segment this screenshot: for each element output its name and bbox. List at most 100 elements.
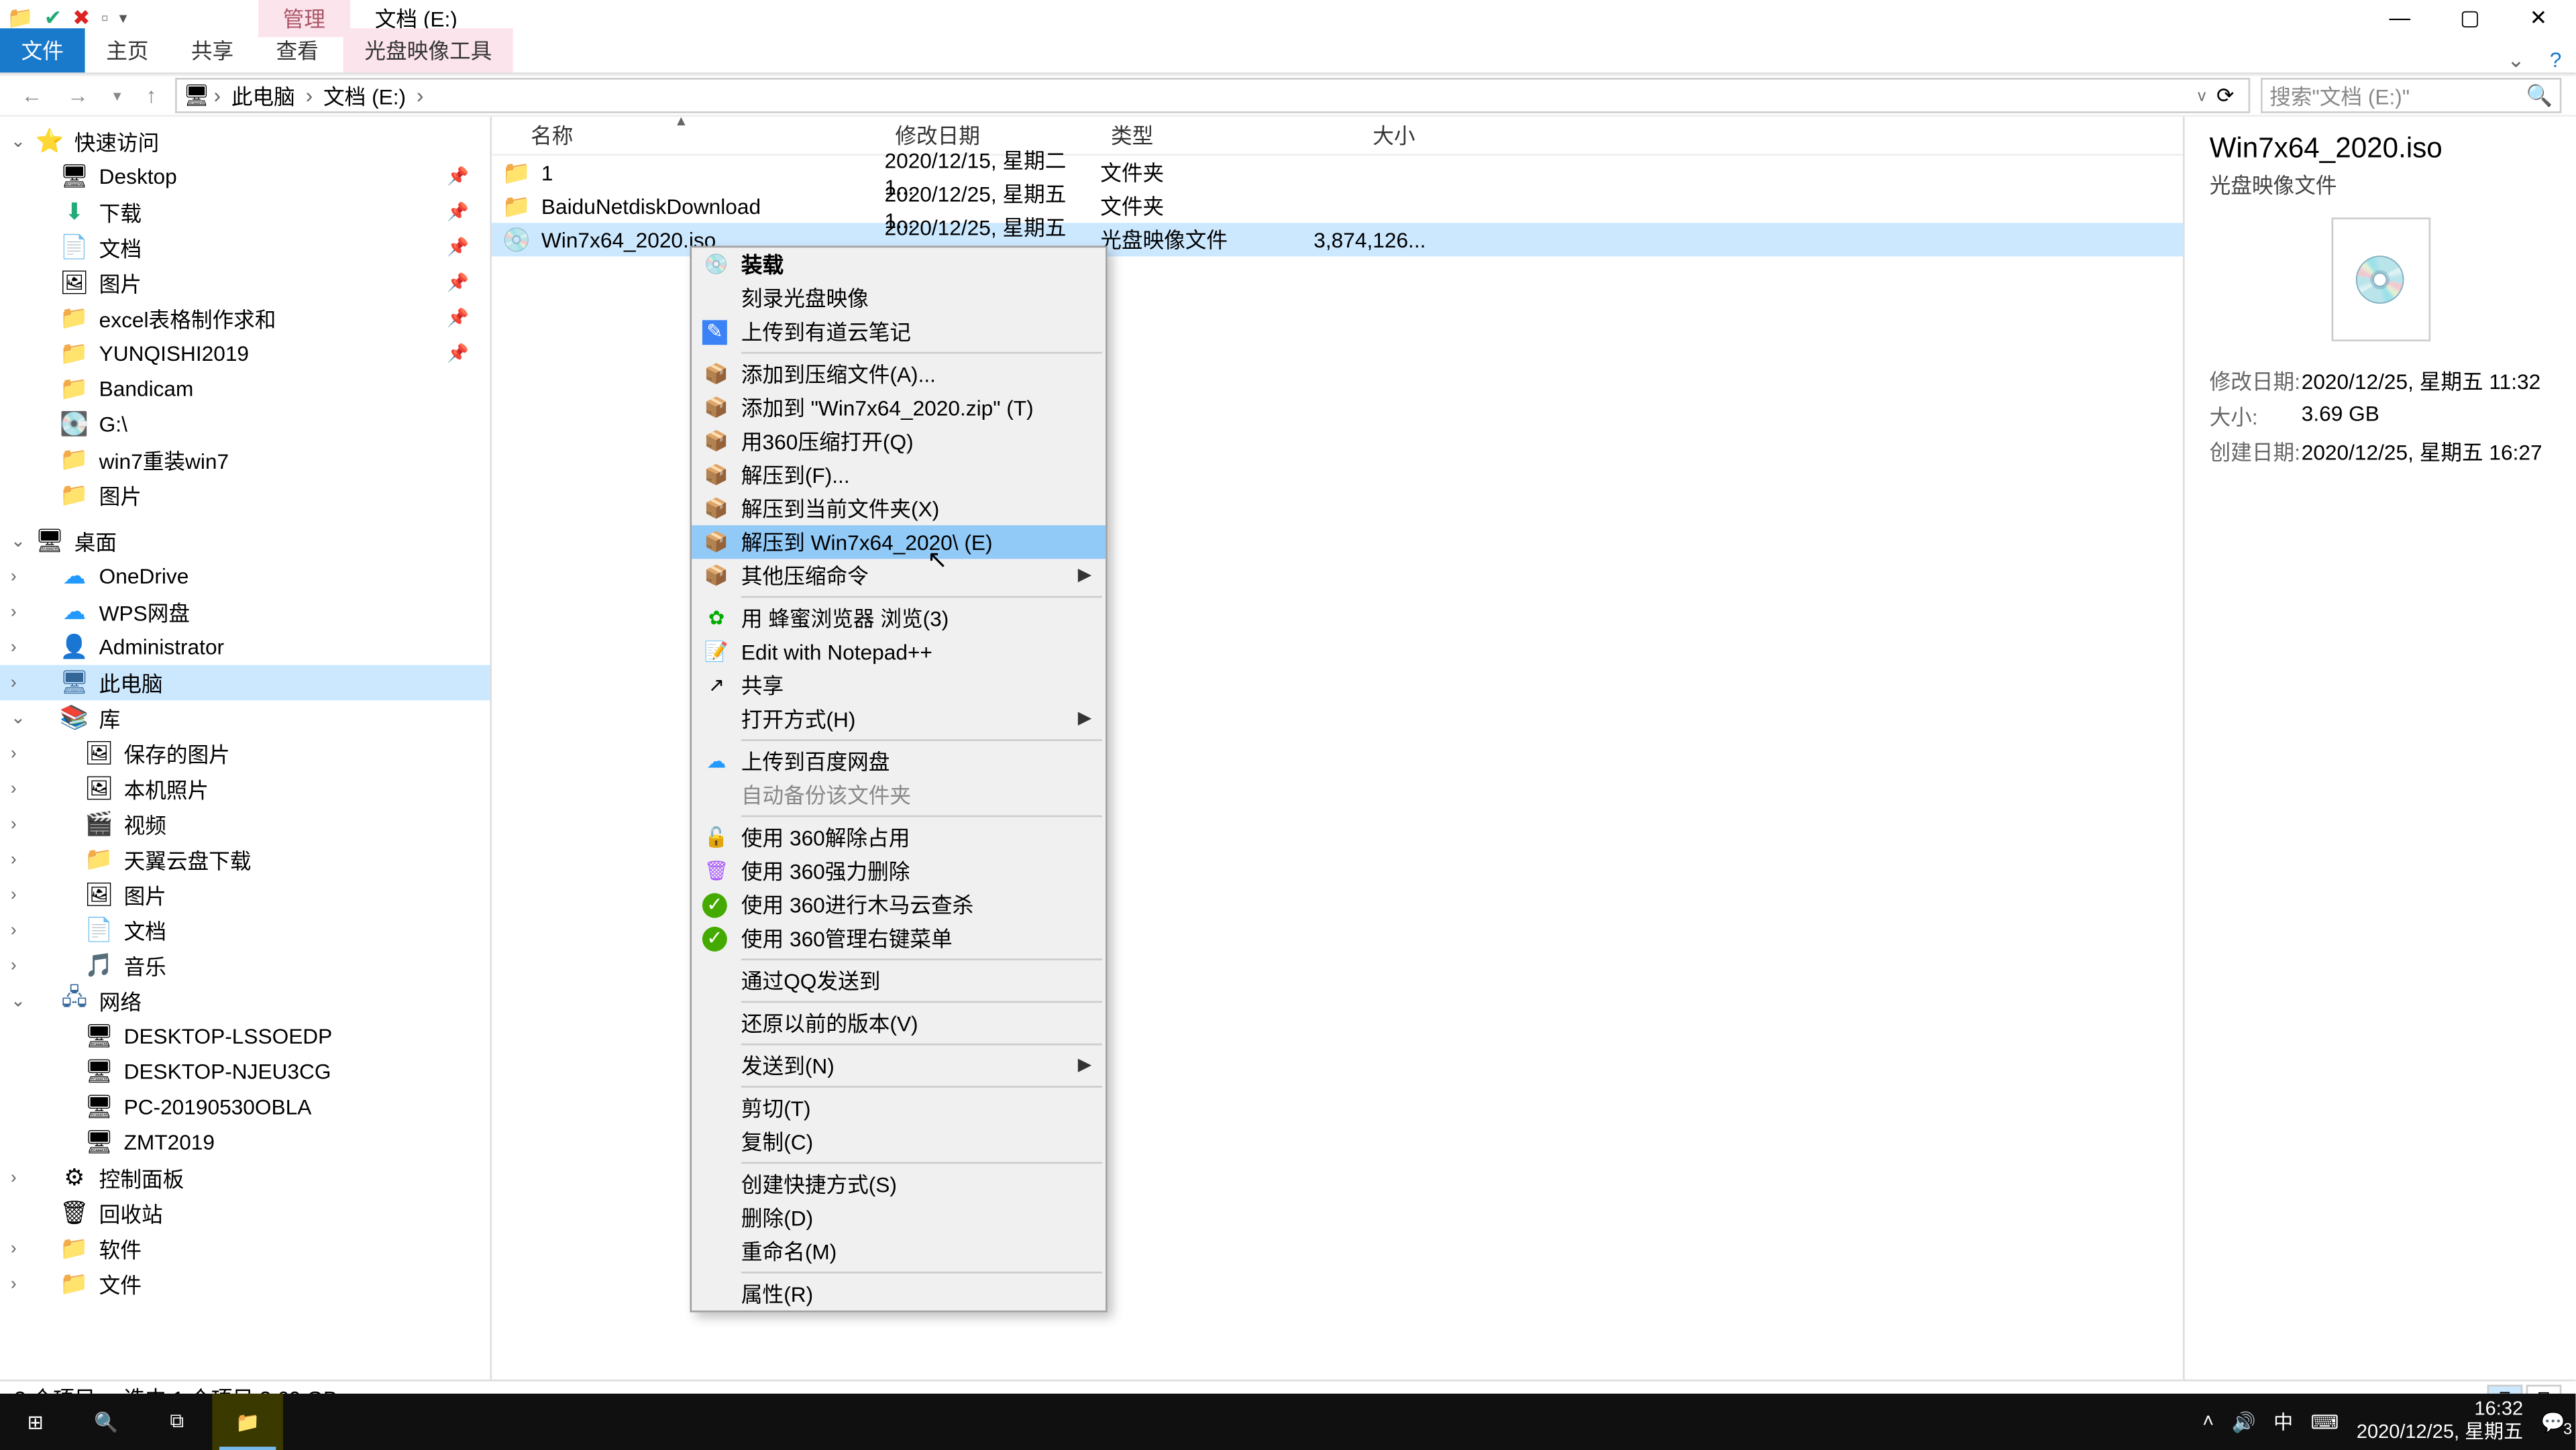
- ctx-youdao[interactable]: ✎上传到有道云笔记: [692, 315, 1106, 348]
- tree-folder[interactable]: Bandicam: [0, 372, 490, 407]
- tree-lib-item[interactable]: ›视频: [0, 806, 490, 842]
- tab-disc-tools[interactable]: 光盘映像工具: [343, 28, 513, 72]
- tray-expand-icon[interactable]: ˄: [2202, 1411, 2214, 1433]
- col-name[interactable]: 名称▲: [492, 120, 884, 150]
- expand-icon[interactable]: ›: [11, 1274, 17, 1294]
- address-dropdown-icon[interactable]: v: [2198, 87, 2206, 104]
- ctx-extract-to-folder[interactable]: 📦解压到 Win7x64_2020\ (E): [692, 525, 1106, 559]
- ctx-send-to[interactable]: 发送到(N)▶: [692, 1049, 1106, 1082]
- chevron-icon[interactable]: ›: [213, 83, 221, 108]
- expand-icon[interactable]: ›: [11, 567, 17, 586]
- help-icon[interactable]: ?: [2536, 48, 2576, 72]
- tree-documents[interactable]: 文档📌: [0, 230, 490, 266]
- tree-downloads[interactable]: 下载📌: [0, 194, 490, 230]
- search-input[interactable]: 搜索"文档 (E:)" 🔍: [2261, 78, 2561, 113]
- recent-dropdown[interactable]: ▾: [106, 86, 128, 105]
- forward-button[interactable]: →: [60, 83, 96, 108]
- ctx-mount[interactable]: 💿装载: [692, 247, 1106, 281]
- collapse-icon[interactable]: ⌄: [11, 531, 25, 551]
- tree-folder[interactable]: excel表格制作求和📌: [0, 300, 490, 336]
- file-row[interactable]: 1 2020/12/15, 星期二 1... 文件夹: [492, 156, 2183, 189]
- file-row[interactable]: BaiduNetdiskDownload 2020/12/25, 星期五 1..…: [492, 189, 2183, 223]
- tab-file[interactable]: 文件: [0, 28, 85, 72]
- tree-this-pc[interactable]: ›此电脑: [0, 665, 490, 701]
- refresh-icon[interactable]: ⟳: [2209, 83, 2241, 108]
- ctx-add-archive[interactable]: 📦添加到压缩文件(A)...: [692, 357, 1106, 391]
- tree-net-pc[interactable]: ZMT2019: [0, 1125, 490, 1160]
- tree-folder[interactable]: ›文件: [0, 1266, 490, 1302]
- chevron-icon[interactable]: ›: [306, 83, 313, 108]
- ctx-notepad[interactable]: 📝Edit with Notepad++: [692, 635, 1106, 669]
- ime-icon[interactable]: ⌨: [2311, 1410, 2339, 1433]
- tree-recycle[interactable]: 回收站: [0, 1196, 490, 1231]
- taskbar-explorer[interactable]: 📁: [212, 1394, 282, 1450]
- ctx-open-360zip[interactable]: 📦用360压缩打开(Q): [692, 425, 1106, 458]
- ctx-properties[interactable]: 属性(R): [692, 1277, 1106, 1310]
- tree-folder[interactable]: win7重装win7: [0, 442, 490, 478]
- tree-net-pc[interactable]: DESKTOP-NJEU3CG: [0, 1054, 490, 1090]
- column-headers[interactable]: 名称▲ 修改日期 类型 大小: [492, 117, 2183, 156]
- collapse-icon[interactable]: ⌄: [11, 708, 25, 728]
- ctx-360-scan[interactable]: ✓使用 360进行木马云查杀: [692, 888, 1106, 922]
- check-icon[interactable]: ✔: [44, 5, 62, 30]
- dropdown-icon[interactable]: ▾: [119, 8, 127, 27]
- ctx-extract[interactable]: 📦解压到(F)...: [692, 458, 1106, 492]
- tree-net-pc[interactable]: DESKTOP-LSSOEDP: [0, 1019, 490, 1054]
- ctx-baidu-upload[interactable]: ☁上传到百度网盘: [692, 744, 1106, 778]
- start-button[interactable]: ⊞: [0, 1394, 70, 1450]
- ctx-extract-here[interactable]: 📦解压到当前文件夹(X): [692, 492, 1106, 525]
- tree-lib-item[interactable]: ›本机照片: [0, 771, 490, 807]
- ctx-open-with[interactable]: 打开方式(H)▶: [692, 702, 1106, 736]
- ctx-add-zip[interactable]: 📦添加到 "Win7x64_2020.zip" (T): [692, 391, 1106, 425]
- taskbar[interactable]: ⊞ 🔍 ⧉ 📁 ˄ 🔊 中 ⌨ 16:32 2020/12/25, 星期五 💬3: [0, 1394, 2575, 1450]
- tree-wps[interactable]: ›WPS网盘: [0, 594, 490, 630]
- ctx-delete[interactable]: 删除(D): [692, 1201, 1106, 1235]
- ctx-shortcut[interactable]: 创建快捷方式(S): [692, 1167, 1106, 1201]
- new-icon[interactable]: ▫: [101, 5, 109, 30]
- ctx-qq-send[interactable]: 通过QQ发送到: [692, 964, 1106, 997]
- expand-icon[interactable]: ›: [11, 779, 17, 799]
- ctx-burn[interactable]: 刻录光盘映像: [692, 281, 1106, 315]
- ime-indicator[interactable]: 中: [2273, 1408, 2293, 1436]
- collapse-icon[interactable]: ⌄: [11, 131, 25, 151]
- ctx-other-compress[interactable]: 📦其他压缩命令▶: [692, 559, 1106, 592]
- ctx-copy[interactable]: 复制(C): [692, 1125, 1106, 1158]
- ctx-360-delete[interactable]: 🗑使用 360强力删除: [692, 854, 1106, 888]
- nav-tree[interactable]: ⌄快速访问 Desktop📌 下载📌 文档📌 图片📌 excel表格制作求和📌 …: [0, 117, 492, 1380]
- tree-folder[interactable]: ›软件: [0, 1231, 490, 1266]
- taskbar-clock[interactable]: 16:32 2020/12/25, 星期五: [2357, 1399, 2523, 1445]
- breadcrumb[interactable]: 🖥 › 此电脑 › 文档 (E:) › v ⟳: [174, 78, 2250, 113]
- notification-icon[interactable]: 💬3: [2541, 1410, 2565, 1433]
- collapse-icon[interactable]: ⌄: [11, 991, 25, 1011]
- col-size[interactable]: 大小: [1284, 120, 1426, 150]
- ctx-rename[interactable]: 重命名(M): [692, 1235, 1106, 1268]
- ctx-restore[interactable]: 还原以前的版本(V): [692, 1006, 1106, 1040]
- back-button[interactable]: ←: [14, 83, 50, 108]
- tree-folder[interactable]: 图片: [0, 478, 490, 513]
- expand-icon[interactable]: ›: [11, 814, 17, 834]
- expand-icon[interactable]: ›: [11, 850, 17, 869]
- tree-libraries[interactable]: ⌄库: [0, 700, 490, 736]
- maximize-icon[interactable]: ▢: [2460, 5, 2480, 30]
- ctx-bee-browser[interactable]: ✿用 蜂蜜浏览器 浏览(3): [692, 602, 1106, 635]
- tree-folder[interactable]: YUNQISHI2019📌: [0, 336, 490, 372]
- tree-desktop[interactable]: Desktop📌: [0, 159, 490, 194]
- tree-lib-item[interactable]: ›音乐: [0, 948, 490, 983]
- tab-view[interactable]: 查看: [255, 28, 340, 72]
- chevron-icon[interactable]: ›: [417, 83, 424, 108]
- expand-icon[interactable]: ›: [11, 602, 17, 622]
- tab-home[interactable]: 主页: [85, 28, 170, 72]
- up-button[interactable]: ↑: [139, 83, 164, 108]
- close-icon[interactable]: ✕: [2530, 5, 2548, 30]
- expand-icon[interactable]: ›: [11, 921, 17, 940]
- expand-icon[interactable]: ›: [11, 1239, 17, 1258]
- ctx-share[interactable]: ↗共享: [692, 669, 1106, 702]
- tree-lib-item[interactable]: ›保存的图片: [0, 736, 490, 771]
- tree-network[interactable]: ⌄网络: [0, 983, 490, 1019]
- tab-share[interactable]: 共享: [170, 28, 255, 72]
- tree-user[interactable]: ›Administrator: [0, 630, 490, 665]
- tree-net-pc[interactable]: PC-20190530OBLA: [0, 1089, 490, 1125]
- ctx-360-unlock[interactable]: 🔓使用 360解除占用: [692, 821, 1106, 854]
- tree-pictures[interactable]: 图片📌: [0, 266, 490, 301]
- volume-icon[interactable]: 🔊: [2232, 1410, 2256, 1433]
